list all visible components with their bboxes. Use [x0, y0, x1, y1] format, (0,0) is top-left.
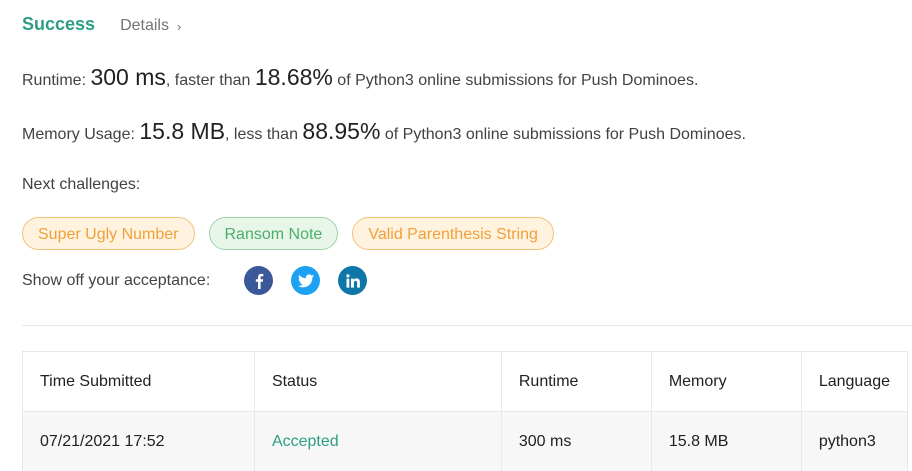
- column-header-runtime: Runtime: [500, 351, 652, 412]
- linkedin-icon[interactable]: [338, 266, 368, 295]
- memory-comparison: , less than: [225, 126, 303, 143]
- column-header-status: Status: [253, 351, 502, 412]
- runtime-label: Runtime:: [22, 72, 91, 89]
- next-challenges-list: Super Ugly Number Ransom Note Valid Pare…: [22, 217, 554, 250]
- table-header-row: Time Submitted Status Runtime Memory Lan…: [22, 351, 909, 412]
- memory-percent: 88.95%: [302, 118, 381, 144]
- memory-value: 15.8 MB: [139, 118, 226, 144]
- column-header-time-submitted: Time Submitted: [22, 351, 255, 412]
- chevron-right-icon: ›: [176, 18, 182, 34]
- column-header-memory: Memory: [650, 351, 802, 412]
- details-label: Details: [120, 17, 169, 34]
- details-link[interactable]: Details ›: [120, 17, 181, 35]
- submissions-table-wrapper: Time Submitted Status Runtime Memory Lan…: [22, 351, 909, 471]
- memory-stat: Memory Usage: 15.8 MB, less than 88.95% …: [22, 118, 746, 145]
- facebook-icon[interactable]: [244, 266, 274, 295]
- section-divider: [22, 325, 912, 326]
- cell-memory: 15.8 MB: [650, 411, 802, 471]
- twitter-icon[interactable]: [291, 266, 321, 295]
- runtime-comparison: , faster than: [165, 72, 255, 89]
- table-row: 07/21/2021 17:52 Accepted 300 ms 15.8 MB…: [22, 411, 909, 471]
- challenge-chip-valid-parenthesis-string[interactable]: Valid Parenthesis String: [352, 217, 554, 250]
- share-label: Show off your acceptance:: [22, 271, 211, 289]
- runtime-value: 300 ms: [90, 64, 166, 90]
- runtime-suffix: of Python3 online submissions for Push D…: [332, 72, 699, 89]
- submissions-table: Time Submitted Status Runtime Memory Lan…: [22, 351, 909, 471]
- challenge-chip-ransom-note[interactable]: Ransom Note: [208, 217, 339, 250]
- memory-label: Memory Usage:: [22, 126, 140, 143]
- cell-language: python3: [800, 411, 909, 471]
- runtime-stat: Runtime: 300 ms, faster than 18.68% of P…: [22, 64, 698, 91]
- cell-time-submitted: 07/21/2021 17:52: [22, 411, 255, 471]
- result-header: Success Details ›: [22, 14, 181, 35]
- next-challenges-label: Next challenges:: [22, 176, 141, 193]
- cell-runtime: 300 ms: [500, 411, 652, 471]
- result-status-title: Success: [22, 14, 96, 34]
- share-row: Show off your acceptance:: [22, 266, 385, 295]
- submission-result-panel: Success Details › Runtime: 300 ms, faste…: [0, 0, 912, 471]
- column-header-language: Language: [800, 351, 909, 412]
- cell-status-link[interactable]: Accepted: [253, 411, 502, 471]
- memory-suffix: of Python3 online submissions for Push D…: [380, 126, 746, 143]
- challenge-chip-super-ugly-number[interactable]: Super Ugly Number: [22, 217, 195, 250]
- runtime-percent: 18.68%: [254, 64, 333, 90]
